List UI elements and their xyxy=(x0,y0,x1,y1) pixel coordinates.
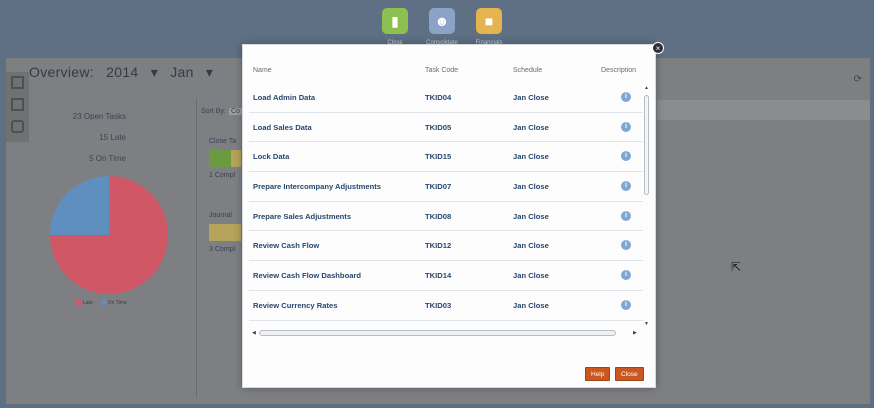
overview-title: Overview: xyxy=(29,64,94,80)
sort-label: Sort By: xyxy=(201,108,226,115)
document-icon[interactable] xyxy=(11,76,24,89)
info-icon[interactable]: i xyxy=(621,240,631,251)
task-code: TKID14 xyxy=(425,271,452,281)
close-icon[interactable]: × xyxy=(652,42,664,54)
scroll-left-arrow-icon[interactable]: ◀ xyxy=(252,330,256,336)
task-code: TKID05 xyxy=(425,122,452,132)
scroll-down-arrow-icon[interactable]: ▼ xyxy=(644,321,649,327)
info-icon[interactable]: i xyxy=(621,270,631,281)
task-code: TKID04 xyxy=(425,93,452,102)
ontime-stat: 5 On Time xyxy=(89,154,126,163)
open-tasks-stat: 23 Open Tasks xyxy=(72,112,126,121)
table-row[interactable]: Load Sales Data TKID05 Jan Close i xyxy=(249,113,643,143)
app-sidebar xyxy=(6,72,29,142)
sort-select[interactable]: Co xyxy=(229,108,242,115)
column-description[interactable]: Description xyxy=(601,67,636,74)
vertical-scroll-thumb[interactable] xyxy=(644,95,649,195)
close-progress-bar-rest xyxy=(231,150,241,167)
overview-header: Overview: 2014 ▾ Jan ▾ xyxy=(29,64,221,81)
pie-legend: Late On Time xyxy=(76,300,127,306)
info-icon[interactable]: i xyxy=(621,121,631,132)
task-code: TKID08 xyxy=(425,211,452,221)
info-icon[interactable]: i xyxy=(621,210,631,221)
table-row[interactable]: Lock Data TKID15 Jan Close i xyxy=(249,142,643,173)
link-icon[interactable] xyxy=(11,120,24,133)
close-launcher-icon[interactable]: ▮ xyxy=(382,8,408,34)
journal-complete-count: 3 Compl xyxy=(209,246,236,253)
late-stat: 15 Late xyxy=(99,133,126,142)
scroll-up-arrow-icon[interactable]: ▲ xyxy=(644,85,649,91)
info-icon[interactable]: i xyxy=(621,151,631,162)
column-task-code[interactable]: Task Code xyxy=(425,67,458,74)
close-progress-bar xyxy=(209,150,231,167)
close-tasks-label: Close Ta xyxy=(209,138,237,145)
journal-label: Journal xyxy=(209,212,232,219)
column-schedule[interactable]: Schedule xyxy=(513,67,542,74)
task-name[interactable]: Review Cash Flow Dashboard xyxy=(253,271,361,280)
task-name[interactable]: Review Cash Flow xyxy=(253,241,319,250)
task-code: TKID12 xyxy=(425,241,452,251)
month-selector[interactable]: Jan xyxy=(170,64,193,80)
mouse-cursor-icon: ⇱ xyxy=(731,260,742,274)
grid-icon[interactable] xyxy=(11,98,24,111)
close-complete-count: 1 Compl xyxy=(209,172,236,179)
status-pie-chart xyxy=(50,176,168,294)
consolidate-launcher-icon[interactable]: ☻ xyxy=(429,8,455,34)
chevron-down-icon[interactable]: ▾ xyxy=(206,64,213,80)
journal-progress-bar xyxy=(209,224,241,241)
task-schedule: Jan Close xyxy=(513,93,549,102)
task-name[interactable]: Load Sales Data xyxy=(253,123,312,132)
task-name[interactable]: Load Admin Data xyxy=(253,93,315,102)
info-icon[interactable]: i xyxy=(621,299,631,310)
task-name[interactable]: Lock Data xyxy=(253,152,289,161)
task-name[interactable]: Prepare Intercompany Adjustments xyxy=(253,182,381,191)
task-stats: 23 Open Tasks 15 Late 5 On Time xyxy=(46,106,126,169)
task-schedule: Jan Close xyxy=(513,152,549,162)
horizontal-scroll-thumb[interactable] xyxy=(259,330,616,336)
column-name[interactable]: Name xyxy=(253,67,272,74)
chevron-down-icon[interactable]: ▾ xyxy=(151,64,158,80)
table-row[interactable]: Review Currency Rates TKID03 Jan Close i xyxy=(249,291,643,321)
task-list-dialog: Name Task Code Schedule Description Load… xyxy=(242,44,656,388)
task-table-body: Load Admin Data TKID04 Jan Close i Load … xyxy=(249,83,643,321)
task-code: TKID07 xyxy=(425,182,452,192)
task-schedule: Jan Close xyxy=(513,300,549,310)
table-row[interactable]: Review Cash Flow TKID12 Jan Close i xyxy=(249,231,643,262)
table-row[interactable]: Prepare Sales Adjustments TKID08 Jan Clo… xyxy=(249,202,643,232)
table-row[interactable]: Load Admin Data TKID04 Jan Close i xyxy=(249,83,643,113)
task-schedule: Jan Close xyxy=(513,241,549,251)
info-icon[interactable]: i xyxy=(621,181,631,192)
task-code: TKID15 xyxy=(425,152,452,162)
year-selector[interactable]: 2014 xyxy=(106,64,138,80)
scroll-right-arrow-icon[interactable]: ▶ xyxy=(633,330,637,336)
detail-header-strip xyxy=(657,100,870,120)
legend-late: Late xyxy=(76,300,93,306)
task-schedule: Jan Close xyxy=(513,122,549,132)
help-button[interactable]: Help xyxy=(585,367,611,381)
task-code: TKID03 xyxy=(425,300,452,310)
table-header: Name Task Code Schedule Description xyxy=(251,67,643,81)
financials-launcher-icon[interactable]: ■ xyxy=(476,8,502,34)
task-name[interactable]: Review Currency Rates xyxy=(253,301,337,310)
refresh-icon[interactable]: ⟳ xyxy=(854,74,862,85)
table-row[interactable]: Prepare Intercompany Adjustments TKID07 … xyxy=(249,172,643,202)
info-icon[interactable]: i xyxy=(621,92,631,102)
table-row[interactable]: Review Cash Flow Dashboard TKID14 Jan Cl… xyxy=(249,261,643,291)
close-button[interactable]: Close xyxy=(615,367,644,381)
task-schedule: Jan Close xyxy=(513,182,549,192)
task-schedule: Jan Close xyxy=(513,271,549,281)
task-name[interactable]: Prepare Sales Adjustments xyxy=(253,212,351,221)
legend-ontime: On Time xyxy=(100,300,127,306)
task-schedule: Jan Close xyxy=(513,211,549,221)
task-summary-panel: Sort By: Co Close Ta 1 Compl Journal 3 C… xyxy=(196,98,242,398)
